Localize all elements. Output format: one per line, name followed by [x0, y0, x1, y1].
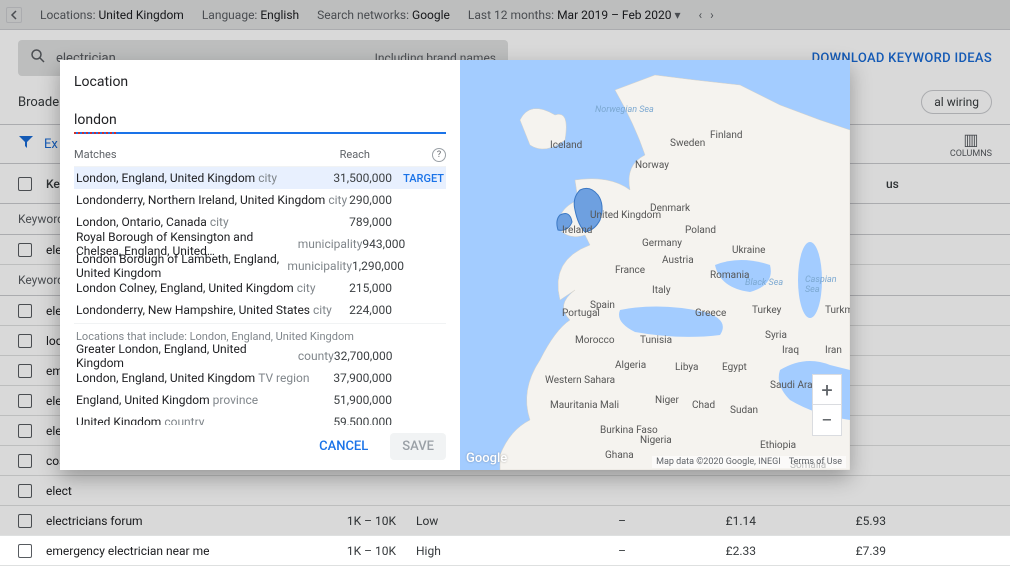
map-data-credit: Map data ©2020 Google, INEGI — [656, 457, 781, 467]
results-list: London, England, United Kingdom city31,5… — [74, 166, 446, 425]
location-result[interactable]: Londonderry, New Hampshire, United State… — [74, 299, 446, 321]
map-terms-link[interactable]: Terms of Use — [789, 457, 842, 467]
location-input[interactable] — [74, 108, 446, 134]
reach-header: Reach — [340, 148, 370, 162]
location-include[interactable]: United Kingdom country59,500,000 — [74, 411, 446, 425]
location-result[interactable]: London Colney, England, United Kingdom c… — [74, 277, 446, 299]
location-include[interactable]: London, England, United Kingdom TV regio… — [74, 367, 446, 389]
table-row[interactable]: emergency electrician near me 1K – 10K H… — [0, 536, 1010, 566]
location-result[interactable]: Londonderry, Northern Ireland, United Ki… — [74, 189, 446, 211]
location-include[interactable]: Greater London, England, United Kingdom … — [74, 345, 446, 367]
cancel-button[interactable]: CANCEL — [307, 433, 380, 460]
matches-header: Matches — [74, 148, 117, 162]
google-logo: Google — [466, 451, 507, 466]
map-panel[interactable]: IcelandNorwaySwedenFinlandUnited Kingdom… — [460, 60, 850, 470]
help-icon[interactable]: ? — [432, 148, 446, 162]
modal-title: Location — [74, 74, 446, 90]
zoom-in-button[interactable]: + — [813, 375, 841, 405]
row-checkbox[interactable] — [18, 544, 32, 558]
location-result[interactable]: London, England, United Kingdom city31,5… — [74, 167, 446, 189]
map-credits: Map data ©2020 Google, INEGI Terms of Us… — [652, 456, 846, 468]
save-button[interactable]: SAVE — [390, 433, 446, 460]
spellcheck-underline — [74, 132, 116, 134]
location-modal: Location Matches Reach ? London, England… — [60, 60, 850, 470]
map-svg — [460, 60, 850, 470]
location-include[interactable]: England, United Kingdom province51,900,0… — [74, 389, 446, 411]
zoom-out-button[interactable]: − — [813, 405, 841, 435]
map-zoom: + − — [812, 374, 842, 436]
location-result[interactable]: London Borough of Lambeth, England, Unit… — [74, 255, 446, 277]
